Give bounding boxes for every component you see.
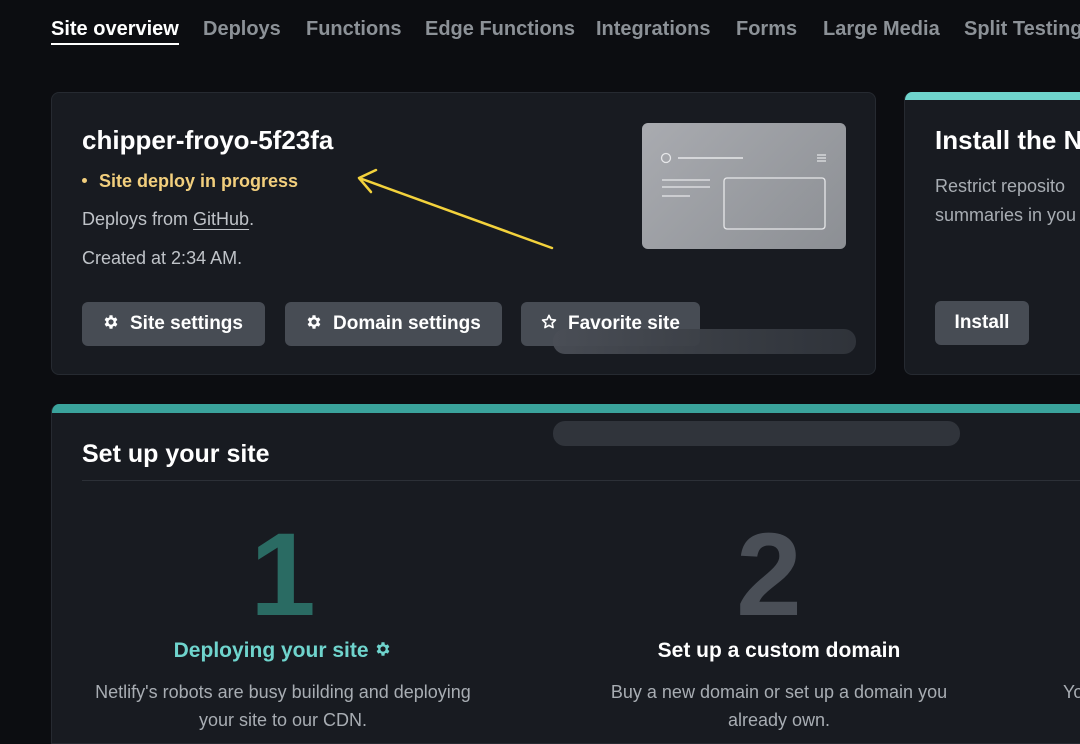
step-2-number: 2: [736, 509, 802, 641]
step-2-title[interactable]: Set up a custom domain: [559, 639, 999, 663]
setup-your-site-card: Set up your site 1 Deploying your site N…: [51, 404, 1080, 744]
step-1-description: Netlify's robots are busy building and d…: [52, 678, 518, 734]
loading-skeleton-bar: [553, 421, 960, 446]
site-settings-button[interactable]: Site settings: [82, 302, 265, 346]
step-1-desc-line-2: your site to our CDN.: [198, 710, 368, 730]
status-dot-icon: [82, 177, 87, 183]
tab-functions[interactable]: Functions: [306, 16, 402, 42]
domain-settings-label: Domain settings: [333, 313, 481, 334]
preview-wireframe-icon: [660, 152, 826, 230]
tab-large-media[interactable]: Large Media: [823, 16, 940, 42]
tab-split-testing[interactable]: Split Testing: [964, 16, 1080, 42]
step-1-desc-line-1: Netlify's robots are busy building and d…: [95, 682, 471, 702]
step-2-desc-line-2: already own.: [727, 710, 831, 730]
tab-site-overview[interactable]: Site overview: [51, 16, 179, 45]
install-desc-line-2: summaries in you: [935, 205, 1077, 225]
deploy-status-text: Site deploy in progress: [99, 171, 299, 191]
step-1-title[interactable]: Deploying your site: [63, 639, 503, 663]
tab-forms[interactable]: Forms: [736, 16, 797, 42]
install-button[interactable]: Install: [935, 301, 1029, 345]
created-at: Created at 2:34 AM.: [82, 248, 243, 268]
install-card-accent-bar: [905, 92, 1080, 100]
domain-settings-button[interactable]: Domain settings: [285, 302, 502, 346]
deploys-from-suffix: .: [249, 209, 255, 229]
install-card-description: Restrict reposito summaries in you: [935, 172, 1076, 230]
loading-skeleton-bar: [553, 329, 856, 354]
deploys-from: Deploys from GitHub.: [82, 209, 254, 230]
site-name: chipper-froyo-5f23fa: [82, 125, 334, 155]
gear-icon: [104, 315, 118, 329]
gear-icon: [307, 315, 321, 329]
step-3-description: Yo: [1063, 682, 1080, 702]
step-2-desc-line-1: Buy a new domain or set up a domain you: [610, 682, 948, 702]
deploys-from-label: Deploys from: [82, 209, 189, 229]
install-card-title: Install the Ne: [935, 125, 1080, 155]
github-link[interactable]: GitHub: [193, 209, 249, 229]
deploy-status: Site deploy in progress: [82, 171, 298, 192]
tab-integrations[interactable]: Integrations: [596, 16, 710, 42]
site-preview-thumbnail[interactable]: [642, 123, 846, 249]
tab-edge-functions[interactable]: Edge Functions: [425, 16, 575, 42]
tab-deploys[interactable]: Deploys: [203, 16, 281, 42]
install-desc-line-1: Restrict reposito: [935, 176, 1066, 196]
step-2-description: Buy a new domain or set up a domain you …: [544, 678, 1014, 734]
step-1-number: 1: [250, 509, 316, 641]
setup-title: Set up your site: [82, 440, 270, 468]
setup-divider: [82, 480, 1080, 481]
site-settings-label: Site settings: [130, 313, 243, 334]
step-1-title-text: Deploying your site: [173, 639, 369, 662]
install-app-card: Install the Ne Restrict reposito summari…: [904, 92, 1080, 375]
star-outline-icon: [541, 314, 557, 329]
setup-progress-bar: [52, 404, 1080, 413]
gear-icon: [376, 642, 390, 657]
